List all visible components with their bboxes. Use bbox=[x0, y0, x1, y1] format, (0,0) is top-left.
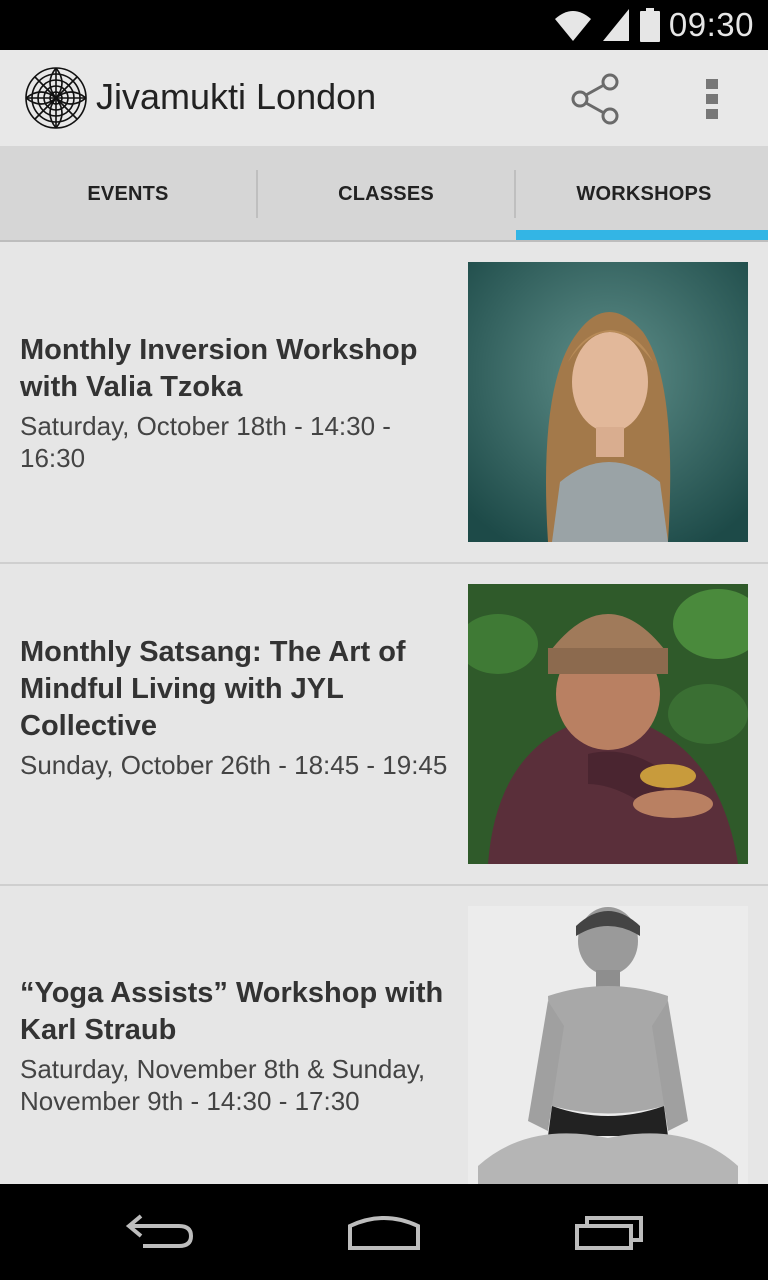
recents-button[interactable] bbox=[554, 1202, 664, 1262]
workshop-list[interactable]: Monthly Inversion Workshop with Valia Tz… bbox=[0, 242, 768, 1184]
signal-icon bbox=[602, 9, 629, 41]
workshop-text: Monthly Satsang: The Art of Mindful Livi… bbox=[20, 634, 450, 781]
workshop-thumbnail-jyl-collective bbox=[468, 584, 748, 864]
share-button[interactable] bbox=[566, 70, 626, 128]
workshop-text: “Yoga Assists” Workshop with Karl Straub… bbox=[20, 975, 450, 1117]
overflow-menu-button[interactable] bbox=[690, 70, 734, 128]
back-button[interactable] bbox=[104, 1202, 214, 1262]
status-bar: 09:30 bbox=[0, 0, 768, 50]
workshop-title: Monthly Satsang: The Art of Mindful Livi… bbox=[20, 636, 406, 742]
action-bar: Jivamukti London bbox=[0, 50, 768, 146]
workshop-date: Sunday, October 26th - 18:45 - 19:45 bbox=[20, 750, 448, 780]
home-button[interactable] bbox=[329, 1202, 439, 1262]
workshop-title: Monthly Inversion Workshop with Valia Tz… bbox=[20, 334, 418, 403]
status-icons: 09:30 bbox=[553, 4, 754, 46]
tab-classes[interactable]: CLASSES bbox=[258, 146, 514, 242]
workshop-text: Monthly Inversion Workshop with Valia Tz… bbox=[20, 332, 450, 474]
workshop-title: “Yoga Assists” Workshop with Karl Straub bbox=[20, 977, 444, 1046]
workshop-thumbnail-karl-straub bbox=[468, 906, 748, 1184]
logo-mandala-icon[interactable] bbox=[24, 66, 88, 130]
workshop-thumbnail-valia-tzoka bbox=[468, 262, 748, 542]
overflow-menu-icon bbox=[706, 79, 718, 119]
back-icon bbox=[125, 1214, 194, 1248]
workshop-list-item[interactable]: Monthly Satsang: The Art of Mindful Livi… bbox=[0, 564, 768, 886]
workshop-date: Saturday, November 8th & Sunday, Novembe… bbox=[20, 1054, 426, 1116]
navigation-bar bbox=[0, 1184, 768, 1280]
tab-events[interactable]: EVENTS bbox=[0, 146, 256, 242]
status-time: 09:30 bbox=[668, 6, 754, 43]
home-icon bbox=[348, 1216, 420, 1250]
workshop-list-item[interactable]: “Yoga Assists” Workshop with Karl Straub… bbox=[0, 886, 768, 1184]
tab-bar: EVENTS CLASSES WORKSHOPS bbox=[0, 146, 768, 242]
app-title: Jivamukti London bbox=[96, 76, 377, 117]
tab-selected-indicator bbox=[516, 230, 768, 240]
recents-icon bbox=[575, 1216, 643, 1250]
battery-icon bbox=[639, 8, 660, 42]
share-icon bbox=[571, 73, 619, 125]
wifi-icon bbox=[554, 11, 591, 41]
workshop-date: Saturday, October 18th - 14:30 - 16:30 bbox=[20, 411, 391, 473]
tab-workshops[interactable]: WORKSHOPS bbox=[516, 146, 768, 242]
workshop-list-item[interactable]: Monthly Inversion Workshop with Valia Tz… bbox=[0, 242, 768, 564]
